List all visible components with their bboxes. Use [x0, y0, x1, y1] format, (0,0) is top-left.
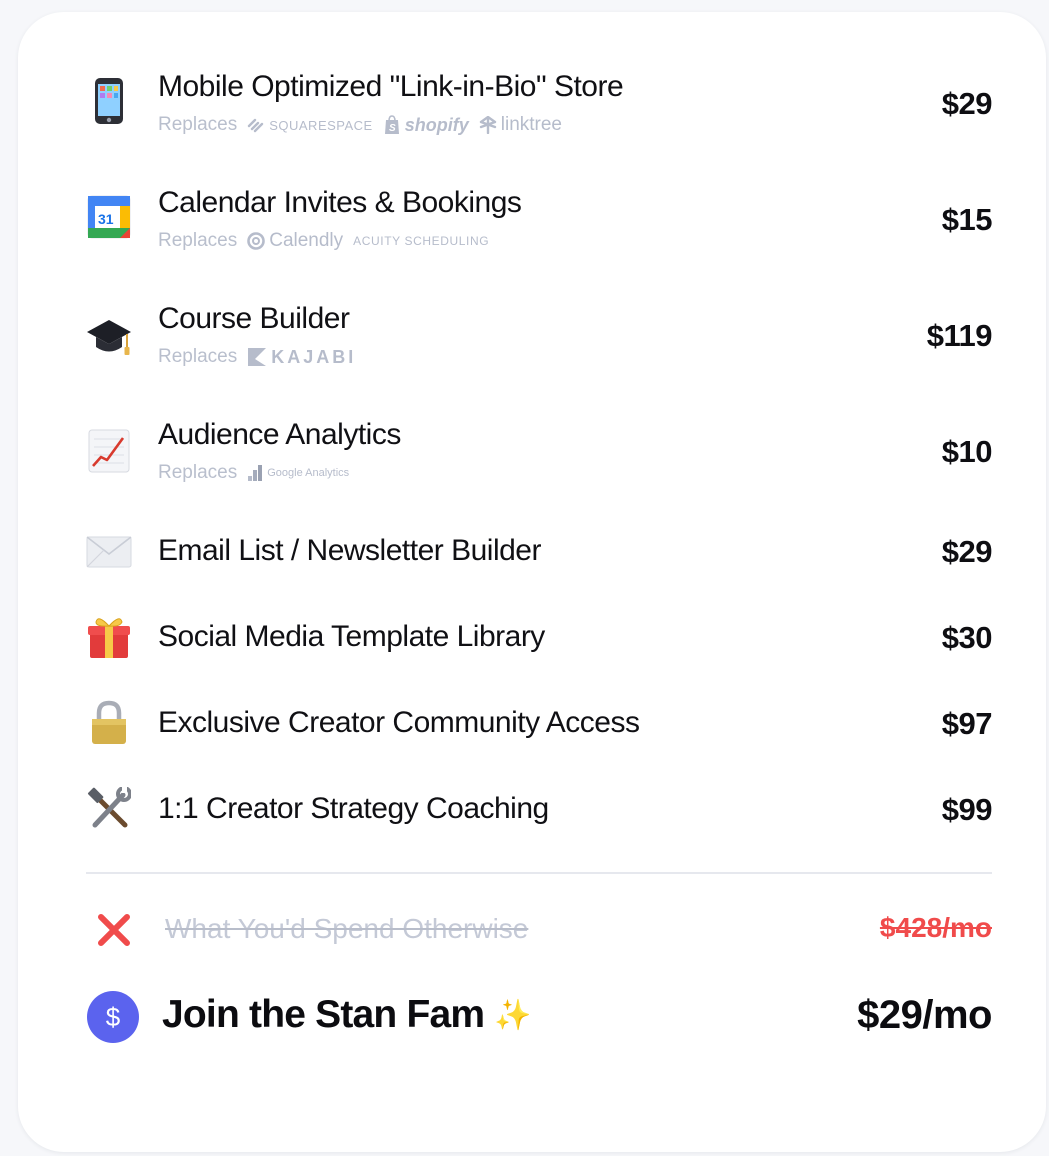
gift-icon — [84, 612, 134, 662]
dollar-circle-icon: $ — [87, 991, 139, 1043]
calendly-logo: Calendly — [247, 230, 343, 252]
list-item-audience-analytics: Audience Analytics Replaces Google Analy… — [84, 418, 993, 498]
item-title: Course Builder — [158, 302, 350, 335]
otherwise-price: $428/mo — [879, 912, 992, 943]
replaces-row: Replaces Google Analytics — [158, 462, 349, 484]
calendar-icon: 31 — [84, 192, 134, 242]
item-title: Email List / Newsletter Builder — [158, 534, 541, 567]
list-item-calendar-bookings: 31 Calendar Invites & Bookings Replaces … — [84, 186, 993, 266]
item-price: $29 — [941, 534, 993, 569]
calendly-icon — [247, 232, 266, 250]
item-price: $29 — [941, 86, 993, 121]
cross-mark-icon — [96, 912, 132, 948]
list-item-community-access: Exclusive Creator Community Access $97 — [84, 700, 993, 748]
pricing-comparison-card — [18, 12, 1046, 1152]
dollar-glyph: $ — [105, 1001, 121, 1032]
google-analytics-logo: Google Analytics — [247, 464, 349, 482]
list-item-template-library: Social Media Template Library $30 — [84, 616, 993, 662]
envelope-icon — [84, 527, 134, 577]
lock-icon — [84, 698, 134, 748]
linktree-icon — [479, 116, 496, 134]
replaces-row: Replaces Calendly ACUITY SCHEDULING — [158, 230, 489, 252]
kajabi-logo: KAJABI — [247, 347, 356, 368]
shopify-bag-icon: S — [384, 115, 399, 134]
item-price: $97 — [941, 706, 993, 741]
otherwise-label: What You'd Spend Otherwise — [165, 913, 529, 944]
replaces-label: Replaces — [158, 114, 238, 135]
list-item-link-in-bio-store: Mobile Optimized "Link-in-Bio" Store Rep… — [84, 70, 993, 150]
sparkles-icon: ✨ — [494, 998, 531, 1032]
item-price: $10 — [941, 434, 993, 469]
item-price: $119 — [926, 318, 993, 353]
linktree-logo: linktree — [479, 114, 562, 136]
item-price: $30 — [941, 620, 993, 655]
item-title: Exclusive Creator Community Access — [158, 706, 640, 739]
graduation-cap-icon — [84, 312, 134, 362]
join-stan-fam-text: Join the Stan Fam — [162, 993, 485, 1036]
chart-increasing-icon — [84, 426, 134, 476]
squarespace-icon — [248, 118, 264, 133]
item-title: Audience Analytics — [158, 418, 401, 451]
join-stan-fam-label: Join the Stan Fam ✨ — [162, 993, 532, 1037]
list-item-strategy-coaching: 1:1 Creator Strategy Coaching $99 — [84, 787, 993, 834]
replaces-label: Replaces — [158, 462, 238, 483]
acuity-logo: ACUITY SCHEDULING — [353, 234, 490, 248]
replaces-row: Replaces SQUARESPACE S shopify linktree — [158, 114, 562, 136]
svg-text:S: S — [389, 123, 396, 134]
mobile-phone-icon — [84, 76, 134, 126]
list-item-email-newsletter: Email List / Newsletter Builder $29 — [84, 527, 993, 577]
replaces-row: Replaces KAJABI — [158, 346, 356, 368]
replaces-label: Replaces — [158, 346, 238, 367]
squarespace-logo: SQUARESPACE — [247, 117, 373, 133]
svg-text:31: 31 — [98, 211, 114, 227]
item-title: Mobile Optimized "Link-in-Bio" Store — [158, 70, 624, 103]
kajabi-icon — [248, 348, 267, 366]
replaces-label: Replaces — [158, 230, 238, 251]
item-title: Calendar Invites & Bookings — [158, 186, 522, 219]
item-price: $15 — [941, 202, 993, 237]
divider — [86, 872, 992, 874]
list-item-course-builder: Course Builder Replaces KAJABI $119 — [84, 302, 993, 382]
item-title: 1:1 Creator Strategy Coaching — [158, 792, 549, 825]
item-price: $99 — [941, 792, 993, 827]
shopify-logo: S shopify — [383, 115, 469, 136]
google-analytics-icon — [248, 465, 263, 481]
hammer-and-wrench-icon — [84, 784, 134, 834]
stan-price: $29/mo — [857, 993, 992, 1037]
item-title: Social Media Template Library — [158, 620, 545, 653]
